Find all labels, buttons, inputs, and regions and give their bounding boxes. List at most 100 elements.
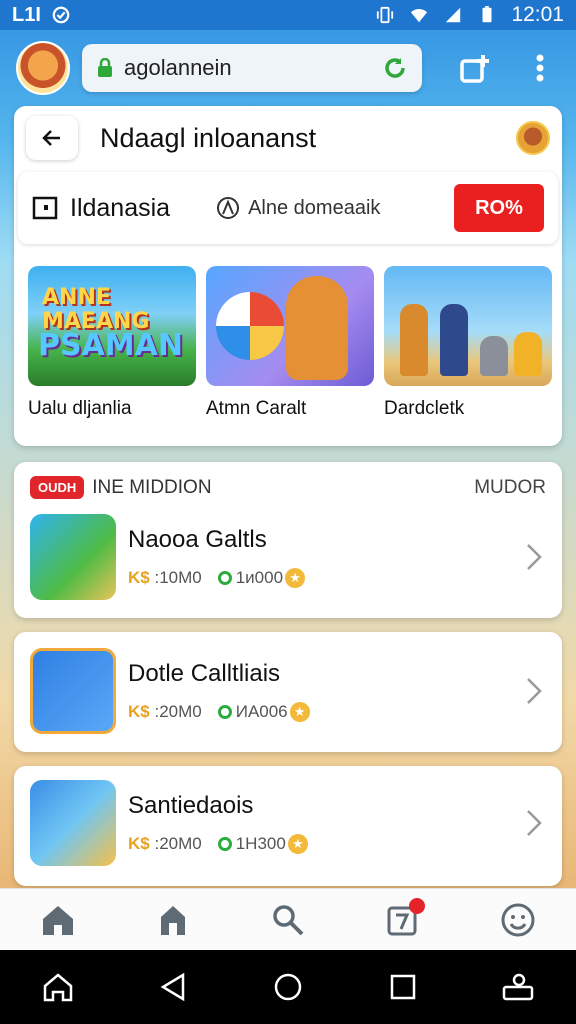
item-plays: ИA006 ★ (217, 701, 310, 723)
clock: 12:01 (511, 3, 564, 26)
system-back-button[interactable] (148, 962, 198, 1012)
play-icon (217, 705, 232, 720)
list-header: OUDH INE MIDDION MUDOR (30, 476, 546, 499)
star-icon: ★ (285, 568, 306, 589)
item-plays: 1H300 ★ (217, 833, 308, 855)
new-tab-icon (460, 55, 489, 83)
new-tab-button[interactable] (456, 48, 496, 88)
url-bar[interactable]: agolannein (82, 44, 422, 92)
tab-primary-label: Ildanasia (70, 193, 171, 222)
item-price: K$ :10M0 (128, 568, 202, 588)
reload-icon[interactable] (382, 55, 408, 81)
item-price: K$ :20M0 (128, 702, 202, 722)
plays-value: ИA006 (235, 701, 288, 721)
list-item[interactable]: Dotle Calltliais K$ :20M0 ИA006 ★ (30, 648, 546, 734)
section-badge: OUDH (30, 476, 85, 499)
character-illustration (440, 304, 468, 376)
promo-button[interactable]: RO% (454, 184, 544, 232)
carrier-text: L1I (12, 3, 41, 26)
status-bar: L1I 12:01 (0, 0, 576, 30)
notification-badge (409, 897, 426, 914)
list-item[interactable]: Naooa Galtls K$ :10M0 1и000 ★ (30, 514, 546, 600)
nav-home[interactable] (34, 896, 82, 944)
price-prefix: K$ (128, 701, 150, 721)
price-value: :10M0 (154, 567, 202, 587)
thumbnail-logo-text: ANNE MAEANG (42, 285, 150, 334)
game-title: Ualu dljanlia (28, 398, 132, 419)
game-thumbnail[interactable]: ANNE MAEANG PSAMAN (28, 266, 196, 386)
square-icon (390, 974, 416, 1000)
system-home-circle-button[interactable] (263, 962, 313, 1012)
play-icon (217, 571, 232, 586)
section-title: INE MIDDION (92, 476, 212, 498)
circle-icon (274, 973, 302, 1001)
list-item-card: Dotle Calltliais K$ :20M0 ИA006 ★ (14, 632, 562, 752)
item-title: Santiedaois (128, 791, 254, 819)
back-button[interactable] (26, 116, 78, 160)
vpn-icon (52, 6, 70, 24)
nav-search[interactable] (264, 896, 312, 944)
chevron-right-icon (527, 544, 542, 570)
list-section: OUDH INE MIDDION MUDOR Naooa Galtls K$ :… (14, 462, 562, 618)
thumbnail-logo-text: PSAMAN (38, 328, 183, 363)
game-carousel: ANNE MAEANG PSAMAN Ualu dljanlia Atmn Ca… (28, 266, 552, 420)
list-item[interactable]: Santiedaois K$ :20M0 1H300 ★ (30, 780, 546, 866)
character-illustration (514, 332, 542, 376)
avatar[interactable] (516, 121, 550, 155)
home-outline-icon (43, 973, 72, 1002)
game-title: Atmn Caralt (206, 398, 307, 419)
signal-icon (446, 7, 461, 23)
game-card[interactable]: Atmn Caralt (206, 266, 374, 420)
price-value: :20M0 (154, 701, 202, 721)
featured-card: Ndaagl inloananst Ildanasia Alne domeaai… (14, 106, 562, 446)
system-navigation (0, 950, 576, 1024)
app-icon (30, 648, 116, 734)
item-price: K$ :20M0 (128, 834, 202, 854)
kangaroo-illustration (286, 276, 348, 380)
smiley-icon (501, 903, 535, 936)
game-card[interactable]: ANNE MAEANG PSAMAN Ualu dljanlia (28, 266, 196, 420)
system-recents-button[interactable] (378, 962, 428, 1012)
compass-icon (217, 197, 240, 219)
app-icon (30, 514, 116, 600)
game-title: Dardcletk (384, 398, 465, 419)
more-link[interactable]: MUDOR (474, 477, 546, 499)
app-logo[interactable] (16, 41, 70, 95)
back-triangle-icon (160, 972, 185, 1002)
lock-icon (98, 58, 112, 77)
system-home-button[interactable] (33, 962, 83, 1012)
item-plays: 1и000 ★ (217, 567, 306, 589)
bottom-navigation (0, 888, 576, 950)
beach-ball-illustration (216, 292, 284, 360)
category-tabs: Ildanasia Alne domeaaik RO% (18, 172, 558, 244)
play-icon (217, 837, 232, 852)
plays-value: 1H300 (235, 833, 286, 853)
page-title: Ndaagl inloananst (100, 122, 317, 153)
game-card[interactable]: Dardcletk (384, 266, 552, 420)
game-thumbnail[interactable] (206, 266, 374, 386)
overflow-menu-button[interactable] (520, 48, 560, 88)
star-icon: ★ (289, 702, 310, 723)
app-icon (30, 780, 116, 866)
list-item-card: Santiedaois K$ :20M0 1H300 ★ (14, 766, 562, 886)
arrow-left-icon (42, 130, 60, 146)
store-icon (160, 905, 185, 935)
star-icon: ★ (287, 834, 308, 855)
nav-profile[interactable] (494, 896, 542, 944)
wifi-icon (411, 9, 428, 23)
url-text[interactable]: agolannein (124, 55, 372, 81)
item-title: Naooa Galtls (128, 525, 267, 553)
nav-store[interactable] (149, 896, 197, 944)
grid-icon (32, 196, 58, 220)
person-card-icon (503, 973, 534, 1001)
tab-primary[interactable]: Ildanasia (32, 194, 170, 223)
nav-library[interactable] (379, 896, 427, 944)
more-vert-icon (536, 54, 544, 82)
character-illustration (400, 304, 428, 376)
game-thumbnail[interactable] (384, 266, 552, 386)
browser-toolbar: agolannein (0, 30, 576, 106)
tab-secondary[interactable]: Alne domeaaik (216, 196, 380, 220)
system-assistant-button[interactable] (493, 962, 543, 1012)
plays-value: 1и000 (235, 567, 284, 587)
tab-secondary-label: Alne domeaaik (248, 196, 381, 219)
